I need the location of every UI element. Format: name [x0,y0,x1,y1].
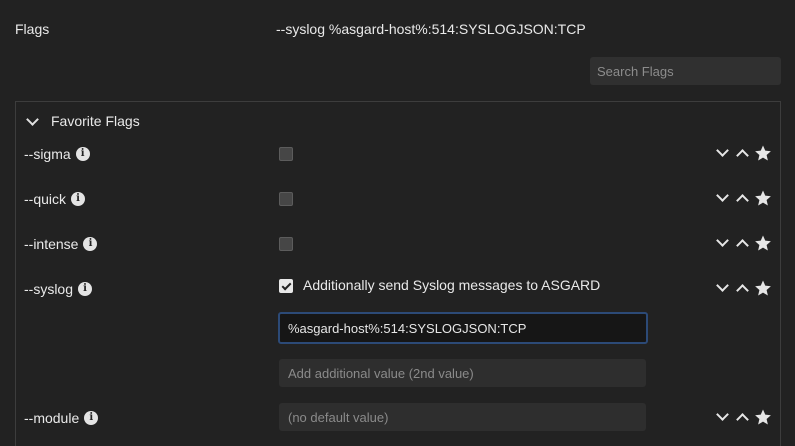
flag-controls [713,278,777,298]
chevron-up-icon[interactable] [733,407,751,427]
intense-checkbox[interactable] [279,237,293,251]
chevron-up-icon[interactable] [733,233,751,253]
flag-controls [713,143,777,163]
sigma-checkbox[interactable] [279,147,293,161]
syslog-checkbox-label[interactable]: Additionally send Syslog messages to ASG… [303,277,600,293]
chevron-up-icon[interactable] [733,143,751,163]
chevron-down-icon[interactable] [713,407,731,427]
flags-label: Flags [15,21,50,37]
flag-name: --sigma [24,146,71,162]
flag-name: --syslog [24,281,74,297]
chevron-down-icon[interactable] [713,188,731,208]
info-icon[interactable]: i [78,282,93,296]
flag-row-quick: --quick i [16,186,782,212]
star-icon[interactable] [753,143,773,163]
section-title: Favorite Flags [51,113,140,129]
flag-name: --quick [24,191,67,207]
favorite-flags-toggle[interactable]: Favorite Flags [24,111,140,131]
star-icon[interactable] [753,407,773,427]
chevron-up-icon[interactable] [733,278,751,298]
chevron-down-icon[interactable] [713,143,731,163]
chevron-down-icon[interactable] [713,278,731,298]
flag-row-syslog: --syslog i Additionally send Syslog mess… [16,276,782,302]
info-icon[interactable]: i [83,237,98,251]
info-icon[interactable]: i [84,411,99,425]
module-value-input[interactable] [279,403,646,431]
info-icon[interactable]: i [75,147,90,161]
chevron-up-icon[interactable] [733,188,751,208]
star-icon[interactable] [753,188,773,208]
info-icon[interactable]: i [71,192,86,206]
chevron-down-icon[interactable] [713,233,731,253]
favorite-flags-panel: Favorite Flags --sigma i --quick i --int… [15,101,781,446]
flag-name: --intense [24,236,79,252]
flag-controls [713,407,777,427]
chevron-down-icon [26,112,39,126]
flag-name: --module [24,410,80,426]
search-flags-input[interactable] [590,57,781,85]
flag-row-sigma: --sigma i [16,141,782,167]
flag-row-intense: --intense i [16,231,782,257]
star-icon[interactable] [753,278,773,298]
flags-command-preview: --syslog %asgard-host%:514:SYSLOGJSON:TC… [276,21,586,37]
syslog-checkbox[interactable] [279,279,293,293]
syslog-value-input[interactable] [278,312,648,344]
flag-controls [713,188,777,208]
syslog-second-value-input[interactable] [279,359,646,387]
flag-controls [713,233,777,253]
star-icon[interactable] [753,233,773,253]
quick-checkbox[interactable] [279,192,293,206]
